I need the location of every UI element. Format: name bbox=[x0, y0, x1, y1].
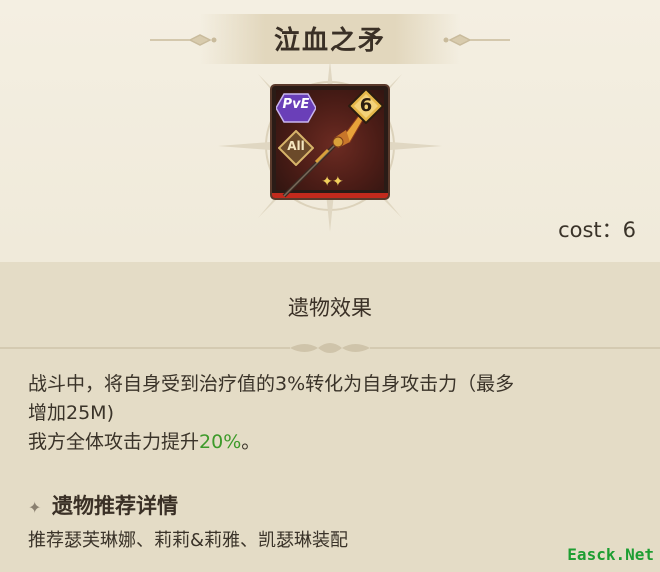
sparkle-icon: ✦ bbox=[28, 498, 42, 517]
effect-line-3-suffix: 。 bbox=[241, 431, 261, 453]
site-watermark: Easck.Net bbox=[567, 545, 654, 564]
recommend-heading: ✦ 遗物推荐详情 bbox=[28, 490, 178, 520]
relic-cost: cost：6 bbox=[558, 218, 636, 242]
attack-bonus-value: 20% bbox=[199, 431, 242, 453]
recommend-title: 遗物推荐详情 bbox=[52, 494, 178, 518]
relic-name: 泣血之矛 bbox=[273, 26, 386, 56]
pve-badge-label: PvE bbox=[282, 97, 310, 112]
effect-line-1: 战斗中，将自身受到治疗值的3%转化为自身攻击力（最多 bbox=[28, 373, 515, 395]
title-banner: 泣血之矛 bbox=[0, 8, 660, 68]
effect-section-title: 遗物效果 bbox=[288, 296, 372, 320]
effect-line-3: 我方全体攻击力提升20%。 bbox=[28, 428, 638, 457]
star-rating: ✦✦ bbox=[321, 174, 343, 190]
effect-line-2: 增加25M) bbox=[28, 402, 114, 424]
recommend-text: 推荐瑟芙琳娜、莉莉&莉雅、凯瑟琳装配 bbox=[28, 530, 349, 551]
all-target-label: All bbox=[287, 139, 305, 153]
section-divider-icon bbox=[0, 343, 660, 353]
relic-detail-card: 泣血之矛 PvE All 6 ✦✦ cost：6 遗物效果 战斗中，将自身受到治… bbox=[0, 0, 660, 572]
effect-description: 战斗中，将自身受到治疗值的3%转化为自身攻击力（最多 增加25M) 我方全体攻击… bbox=[28, 370, 638, 457]
relic-level: 6 bbox=[359, 95, 373, 116]
effect-line-3-prefix: 我方全体攻击力提升 bbox=[28, 431, 200, 453]
